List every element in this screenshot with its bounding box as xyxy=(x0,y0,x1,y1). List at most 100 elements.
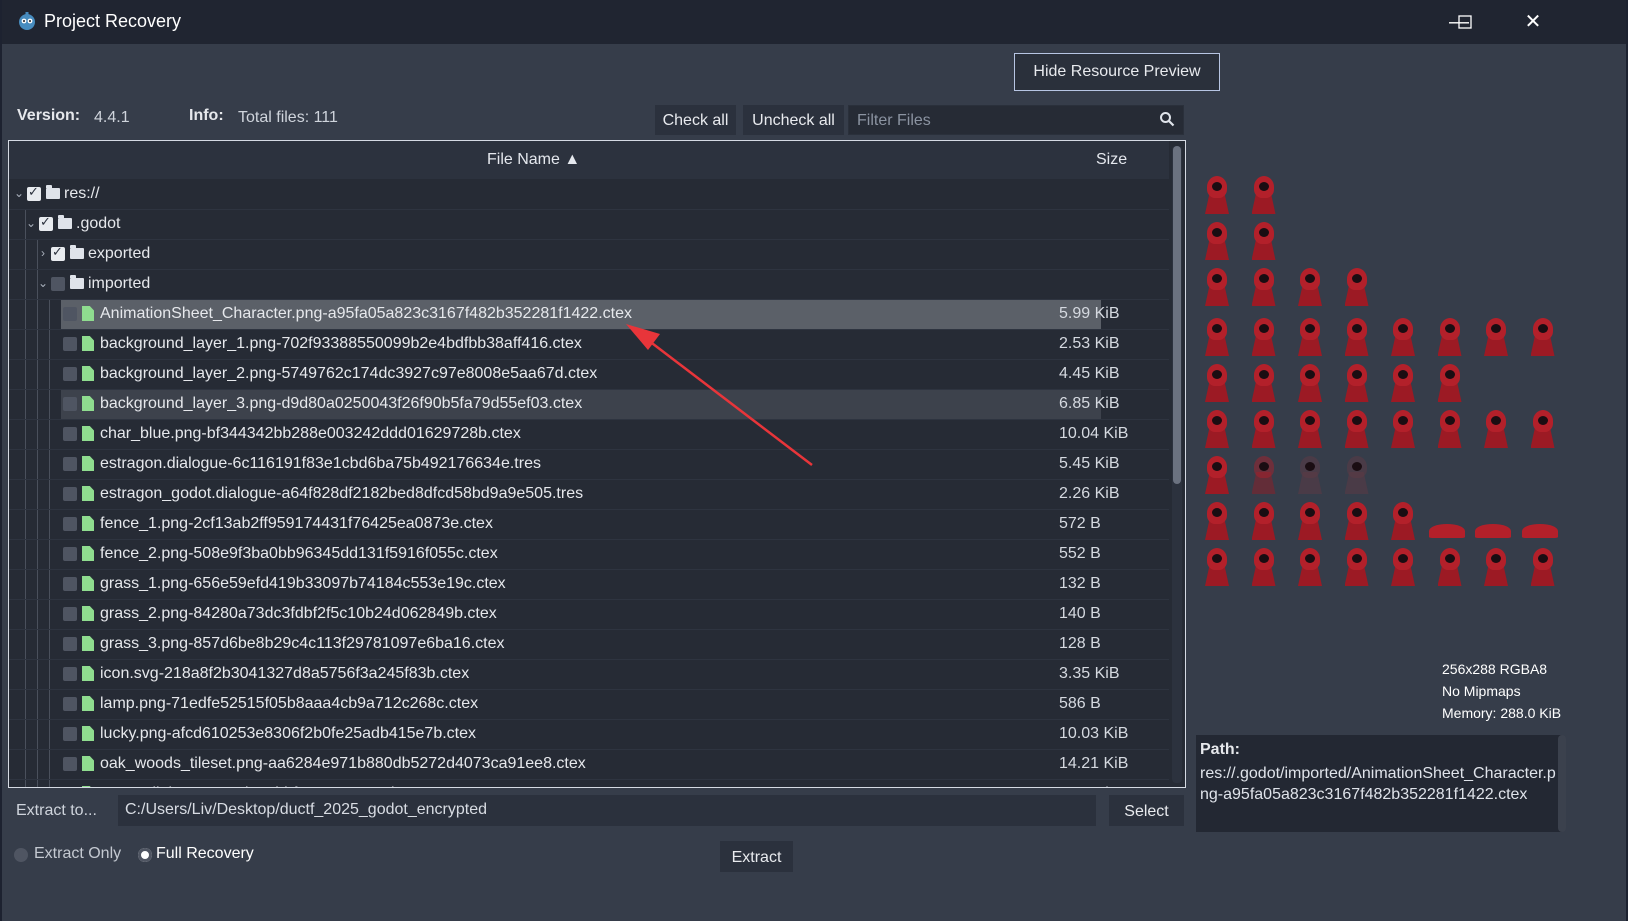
character-sprite xyxy=(1390,548,1416,588)
file-icon xyxy=(82,456,94,471)
character-sprite xyxy=(1251,456,1277,496)
file-row[interactable]: grass_2.png-84280a73dc3fdbf2f5c10b24d062… xyxy=(9,599,1169,630)
folder-icon xyxy=(58,215,72,229)
file-row[interactable]: fence_1.png-2cf13ab2ff959174431f76425ea0… xyxy=(9,509,1169,540)
extract-path-value: C:/Users/Liv/Desktop/ductf_2025_godot_en… xyxy=(125,801,487,818)
file-checkbox[interactable] xyxy=(63,547,77,561)
file-checkbox[interactable] xyxy=(63,667,77,681)
character-sprite xyxy=(1297,318,1323,358)
chevron-right-icon[interactable]: › xyxy=(37,246,49,260)
file-checkbox[interactable] xyxy=(63,337,77,351)
window-title: Project Recovery xyxy=(44,11,182,31)
file-size: 2.26 KiB xyxy=(1059,485,1120,502)
character-sprite xyxy=(1251,548,1277,588)
tree-row-exported[interactable]: › exported xyxy=(9,239,1169,270)
file-checkbox[interactable] xyxy=(63,307,77,321)
file-row[interactable]: oak_woods_tileset.png-aa6284e971b880db52… xyxy=(9,749,1169,780)
tree-row-godot[interactable]: ⌄ .godot xyxy=(9,209,1169,240)
file-tree[interactable]: File Name ▲ Size ⌄ res:// ⌄ .godot xyxy=(8,140,1186,788)
radio-extract-only[interactable] xyxy=(14,848,28,862)
godot-app-icon xyxy=(19,12,35,30)
info-label: Info: xyxy=(189,107,224,124)
file-row[interactable]: grass_1.png-656e59efd419b33097b74184c553… xyxy=(9,569,1169,600)
checkbox-godot[interactable] xyxy=(39,214,53,231)
file-name: background_layer_3.png-d9d80a0250043f26f… xyxy=(100,395,583,412)
character-sprite xyxy=(1204,410,1230,450)
character-sprite xyxy=(1297,456,1323,496)
file-checkbox[interactable] xyxy=(63,427,77,441)
file-checkbox[interactable] xyxy=(63,367,77,381)
file-row[interactable]: background_layer_2.png-5749762c174dc3927… xyxy=(9,359,1169,390)
file-row[interactable]: pozzo.dialogue-a12de4ebbf5e62c8e3eed7a10… xyxy=(9,779,1169,788)
tree-scrollbar-thumb[interactable] xyxy=(1173,146,1181,484)
radio-full-recovery[interactable] xyxy=(138,848,152,862)
folder-name: .godot xyxy=(76,215,121,232)
file-row[interactable]: background_layer_3.png-d9d80a0250043f26f… xyxy=(9,389,1169,420)
file-row[interactable]: grass_3.png-857d6be8b29c4c113f29781097e6… xyxy=(9,629,1169,660)
character-sprite xyxy=(1204,548,1230,588)
extract-button[interactable]: Extract xyxy=(720,841,793,872)
file-size: 140 B xyxy=(1059,605,1101,622)
file-checkbox[interactable] xyxy=(63,757,77,771)
chevron-down-icon[interactable]: ⌄ xyxy=(25,216,37,230)
file-checkbox[interactable] xyxy=(63,517,77,531)
file-size: 2.53 KiB xyxy=(1059,335,1120,352)
file-checkbox[interactable] xyxy=(63,697,77,711)
file-checkbox[interactable] xyxy=(63,607,77,621)
file-row[interactable]: lucky.png-afcd610253e8306f2b0fe25adb415e… xyxy=(9,719,1169,750)
file-row[interactable]: fence_2.png-508e9f3ba0bb96345dd131f5916f… xyxy=(9,539,1169,570)
chevron-down-icon[interactable]: ⌄ xyxy=(37,276,49,290)
search-icon xyxy=(1160,112,1175,127)
file-row[interactable]: lamp.png-71edfe52515f05b8aaa4cb9a712c268… xyxy=(9,689,1169,720)
file-checkbox[interactable] xyxy=(63,487,77,501)
character-sprite xyxy=(1251,410,1277,450)
file-row[interactable]: AnimationSheet_Character.png-a95fa05a823… xyxy=(9,299,1169,330)
size-column-header[interactable]: Size xyxy=(1096,151,1127,169)
checkbox-imported[interactable] xyxy=(51,277,65,291)
file-checkbox[interactable] xyxy=(63,787,77,788)
close-icon[interactable]: ✕ xyxy=(1510,4,1556,40)
tree-row-root[interactable]: ⌄ res:// xyxy=(9,179,1169,210)
path-scrollbar[interactable] xyxy=(1558,735,1566,832)
file-checkbox[interactable] xyxy=(63,727,77,741)
file-size: 6.85 KiB xyxy=(1059,395,1120,412)
character-sprite xyxy=(1251,318,1277,358)
character-sprite xyxy=(1530,410,1556,450)
texture-mipmaps: No Mipmaps xyxy=(1442,683,1521,699)
tree-row-imported[interactable]: ⌄ imported xyxy=(9,269,1169,300)
checkbox-exported[interactable] xyxy=(51,244,65,261)
filter-placeholder: Filter Files xyxy=(857,112,931,129)
file-row[interactable]: estragon.dialogue-6c116191f83e1cbd6ba75b… xyxy=(9,449,1169,480)
file-name-column-header[interactable]: File Name ▲ xyxy=(487,151,580,169)
file-checkbox[interactable] xyxy=(63,457,77,471)
select-button[interactable]: Select xyxy=(1109,795,1184,826)
version-value: 4.4.1 xyxy=(94,109,130,126)
hide-resource-preview-button[interactable]: Hide Resource Preview xyxy=(1014,53,1220,91)
file-row[interactable]: char_blue.png-bf344342bb288e003242ddd016… xyxy=(9,419,1169,450)
file-row[interactable]: icon.svg-218a8f2b3041327d8a5756f3a245f83… xyxy=(9,659,1169,690)
file-row[interactable]: background_layer_1.png-702f93388550099b2… xyxy=(9,329,1169,360)
file-row[interactable]: estragon_godot.dialogue-a64f828df2182bed… xyxy=(9,479,1169,510)
radio-full-recovery-label[interactable]: Full Recovery xyxy=(156,845,254,863)
check-all-button[interactable]: Check all xyxy=(655,105,736,135)
file-name: estragon.dialogue-6c116191f83e1cbd6ba75b… xyxy=(100,455,541,472)
extract-path-field[interactable]: C:/Users/Liv/Desktop/ductf_2025_godot_en… xyxy=(118,795,1096,826)
file-size: 552 B xyxy=(1059,545,1101,562)
character-sprite xyxy=(1297,268,1323,308)
tree-scrollbar[interactable] xyxy=(1172,146,1182,783)
checkbox-root[interactable] xyxy=(27,184,41,201)
character-sprite xyxy=(1297,410,1323,450)
filter-files-input[interactable]: Filter Files xyxy=(848,105,1184,135)
file-checkbox[interactable] xyxy=(63,397,77,411)
uncheck-all-button[interactable]: Uncheck all xyxy=(743,105,844,135)
radio-extract-only-label[interactable]: Extract Only xyxy=(34,845,121,863)
file-checkbox[interactable] xyxy=(63,577,77,591)
title-bar: Project Recovery — ✕ xyxy=(2,0,1626,44)
character-sprite xyxy=(1390,364,1416,404)
file-name: lamp.png-71edfe52515f05b8aaa4cb9a712c268… xyxy=(100,695,479,712)
chevron-down-icon[interactable]: ⌄ xyxy=(13,186,25,200)
maximize-button[interactable] xyxy=(1442,4,1488,40)
character-sprite xyxy=(1344,410,1370,450)
file-checkbox[interactable] xyxy=(63,637,77,651)
file-name: oak_woods_tileset.png-aa6284e971b880db52… xyxy=(100,755,586,772)
